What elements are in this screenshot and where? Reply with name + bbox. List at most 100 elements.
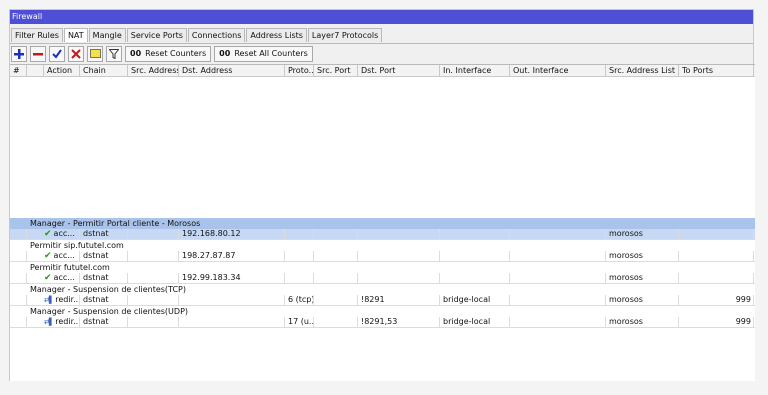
rule-number — [10, 273, 27, 283]
tab-connections[interactable]: Connections — [187, 28, 246, 42]
cell-in-if: bridge-local — [440, 317, 510, 327]
column-header[interactable]: Dst. Address — [179, 65, 285, 76]
cell-src-list: morosos — [606, 273, 679, 283]
cell-dst-port — [358, 251, 440, 261]
rule-number — [10, 317, 27, 327]
cell-in-if — [440, 229, 510, 239]
column-header[interactable]: # — [10, 65, 27, 76]
rule-number — [10, 229, 27, 239]
cell-src-port — [314, 229, 358, 239]
cell-to-ports — [679, 251, 754, 261]
redirect-icon: ⇄▌ — [44, 318, 54, 326]
cell-src-port — [314, 251, 358, 261]
column-header[interactable]: Chain — [80, 65, 128, 76]
reset-counters-button[interactable]: 00 Reset Counters — [125, 45, 212, 62]
filter-button[interactable] — [106, 45, 122, 62]
rule-comment[interactable]: Permitir sip.fututel.com — [10, 240, 755, 251]
cell-src — [128, 273, 179, 283]
action-label: redir... — [55, 317, 80, 326]
cell-to-ports: 999 — [679, 317, 754, 327]
column-header[interactable]: Src. Address — [128, 65, 179, 76]
filter-icon — [109, 48, 119, 59]
column-header[interactable]: Proto... — [285, 65, 314, 76]
tab-mangle[interactable]: Mangle — [88, 28, 126, 42]
cell-dst-port — [358, 229, 440, 239]
tab-layer7-protocols[interactable]: Layer7 Protocols — [307, 28, 383, 42]
column-header[interactable] — [27, 65, 44, 76]
action-label: acc... — [53, 273, 75, 282]
tab-service-ports[interactable]: Service Ports — [126, 28, 187, 42]
cell-src — [128, 251, 179, 261]
reset-counters-label: Reset Counters — [145, 49, 207, 58]
enable-button[interactable] — [49, 45, 65, 62]
tab-address-lists[interactable]: Address Lists — [246, 28, 307, 42]
toolbar: 00 Reset Counters 00 Reset All Counters — [10, 43, 753, 63]
rule-action: ✔ acc... — [27, 251, 80, 261]
table-row[interactable]: ✔ acc... dstnat 192.99.183.34 morosos — [10, 273, 755, 284]
column-header[interactable]: Out. Interface — [510, 65, 606, 76]
rule-action: ✔ acc... — [27, 273, 80, 283]
cell-dst-port: !8291,53 — [358, 317, 440, 327]
comment-button[interactable] — [87, 45, 103, 62]
cell-src-list: morosos — [606, 295, 679, 305]
rule-comment[interactable]: Manager - Permitir Portal cliente - Moro… — [10, 218, 755, 229]
column-header[interactable]: In. Interface — [440, 65, 510, 76]
column-header[interactable]: To Ports — [679, 65, 754, 76]
redirect-icon: ⇄▌ — [44, 296, 54, 304]
cell-src-list: morosos — [606, 317, 679, 327]
check-icon — [52, 48, 62, 59]
counter-icon: 00 — [219, 49, 231, 58]
cell-dst: 198.27.87.87 — [179, 251, 285, 261]
plus-icon — [14, 48, 24, 59]
table-row[interactable]: ⇄▌ redir... dstnat 6 (tcp) !8291 bridge-local… — [10, 295, 755, 306]
remove-button[interactable] — [30, 45, 46, 62]
cell-proto: 17 (u... — [285, 317, 314, 327]
cell-dst — [179, 317, 285, 327]
table-row[interactable]: ✔ acc... dstnat 198.27.87.87 morosos — [10, 251, 755, 262]
table-row[interactable]: ⇄▌ redir... dstnat 17 (u... !8291,53 bridge-l… — [10, 317, 755, 328]
cell-dst-port — [358, 273, 440, 283]
column-header[interactable]: Action — [44, 65, 80, 76]
rule-number — [10, 295, 27, 305]
cell-src-port — [314, 317, 358, 327]
window-title: Firewall — [10, 10, 753, 24]
action-label: acc... — [53, 251, 75, 260]
rule-comment[interactable]: Permitir fututel.com — [10, 262, 755, 273]
rule-comment[interactable]: Manager - Suspension de clientes(TCP) — [10, 284, 755, 295]
rule-action: ✔ acc... — [27, 229, 80, 239]
tab-bar: Filter Rules NAT Mangle Service Ports Connec… — [10, 28, 753, 42]
column-header[interactable]: Src. Address List — [606, 65, 679, 76]
reset-all-counters-button[interactable]: 00 Reset All Counters — [214, 45, 313, 62]
cell-in-if: bridge-local — [440, 295, 510, 305]
cell-chain: dstnat — [80, 251, 128, 261]
disable-button[interactable] — [68, 45, 84, 62]
accept-check-icon: ✔ — [44, 229, 52, 239]
rule-comment[interactable]: Manager - Suspension de clientes(UDP) — [10, 306, 755, 317]
cell-proto — [285, 229, 314, 239]
cell-dst: 192.168.80.12 — [179, 229, 285, 239]
cell-proto: 6 (tcp) — [285, 295, 314, 305]
tab-nat[interactable]: NAT — [63, 28, 88, 42]
cell-chain: dstnat — [80, 229, 128, 239]
rule-action: ⇄▌ redir... — [27, 295, 80, 305]
cell-chain: dstnat — [80, 273, 128, 283]
cell-src-list: morosos — [606, 229, 679, 239]
cell-proto — [285, 273, 314, 283]
cell-chain: dstnat — [80, 317, 128, 327]
rule-action: ⇄▌ redir... — [27, 317, 80, 327]
cell-to-ports — [679, 273, 754, 283]
cell-src-port — [314, 295, 358, 305]
column-header[interactable]: Dst. Port — [358, 65, 440, 76]
nat-rules-table: # Action Chain Src. Address Dst. Address Prot… — [10, 64, 755, 381]
cell-dst-port: !8291 — [358, 295, 440, 305]
column-header[interactable]: Src. Port — [314, 65, 358, 76]
add-button[interactable] — [11, 45, 27, 62]
cell-out-if — [510, 251, 606, 261]
tab-filter-rules[interactable]: Filter Rules — [11, 28, 63, 42]
cell-out-if — [510, 317, 606, 327]
table-row[interactable]: ✔ acc... dstnat 192.168.80.12 morosos — [10, 229, 755, 240]
cell-src-port — [314, 273, 358, 283]
cell-src-list: morosos — [606, 251, 679, 261]
counter-icon: 00 — [130, 49, 142, 58]
cell-in-if — [440, 251, 510, 261]
